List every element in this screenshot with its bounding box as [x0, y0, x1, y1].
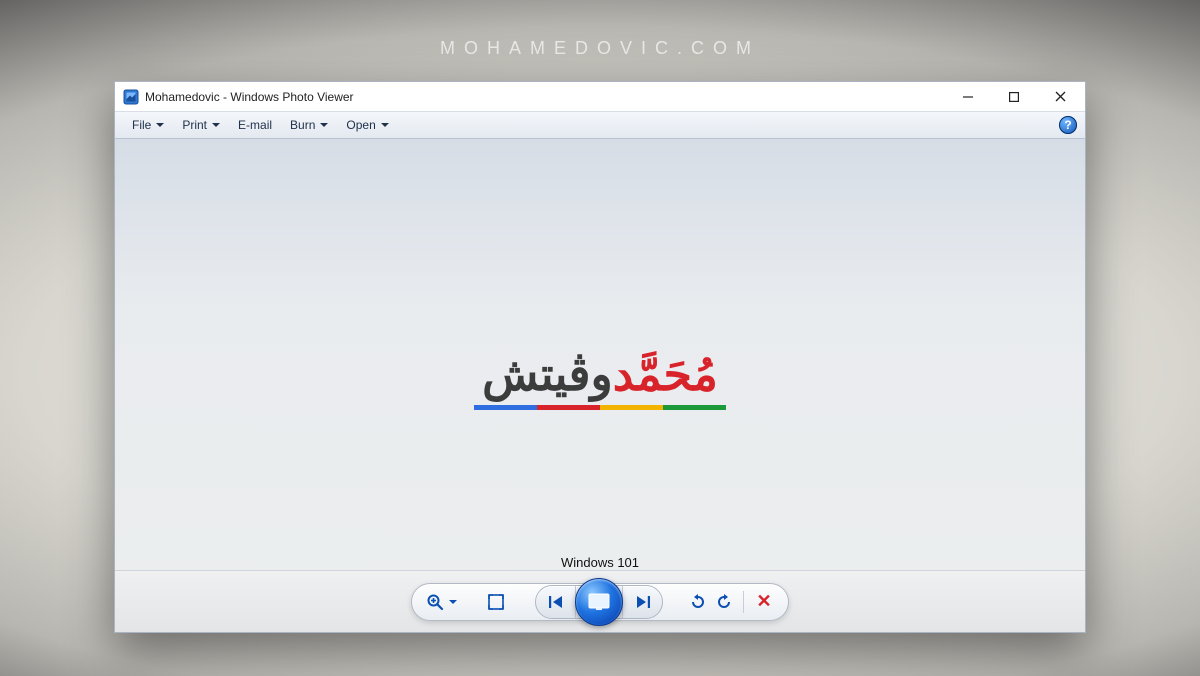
logo-underline: [474, 405, 726, 410]
menu-label: File: [132, 118, 151, 132]
titlebar: Mohamedovic - Windows Photo Viewer: [115, 82, 1085, 112]
delete-icon: ✕: [756, 591, 771, 612]
logo: مُحَمَّدوڤيتش: [474, 351, 726, 410]
zoom-button[interactable]: [426, 584, 457, 620]
rotate-ccw-button[interactable]: [689, 584, 707, 620]
chevron-down-icon: [156, 123, 164, 127]
app-icon: [123, 89, 139, 105]
previous-button[interactable]: [536, 586, 576, 618]
close-button[interactable]: [1037, 83, 1083, 111]
previous-icon: [548, 595, 564, 609]
menu-file[interactable]: File: [123, 112, 173, 138]
page-watermark: MOHAMEDOVIC.COM: [440, 38, 760, 59]
image-caption: Windows 101: [115, 555, 1085, 570]
fit-icon: [487, 593, 505, 611]
separator: [743, 591, 744, 613]
chevron-down-icon: [320, 123, 328, 127]
menu-open[interactable]: Open: [337, 112, 397, 138]
menu-label: Burn: [290, 118, 315, 132]
menu-print[interactable]: Print: [173, 112, 229, 138]
rotate-ccw-icon: [689, 593, 707, 611]
next-button[interactable]: [622, 586, 662, 618]
control-pill: ✕: [411, 583, 788, 621]
slideshow-button[interactable]: [575, 578, 623, 626]
window-title: Mohamedovic - Windows Photo Viewer: [145, 90, 945, 104]
next-icon: [635, 595, 651, 609]
rotate-cw-button[interactable]: [715, 584, 733, 620]
maximize-button[interactable]: [991, 83, 1037, 111]
photo-viewer-window: Mohamedovic - Windows Photo Viewer File …: [114, 81, 1086, 633]
minimize-button[interactable]: [945, 83, 991, 111]
chevron-down-icon: [449, 600, 457, 604]
menu-label: E-mail: [238, 118, 272, 132]
menu-label: Print: [182, 118, 207, 132]
menu-email[interactable]: E-mail: [229, 112, 281, 138]
controls-footer: ✕: [115, 570, 1085, 632]
chevron-down-icon: [381, 123, 389, 127]
logo-text: مُحَمَّدوڤيتش: [482, 351, 718, 397]
zoom-in-icon: [426, 593, 444, 611]
image-viewport: مُحَمَّدوڤيتش Windows 101: [115, 139, 1085, 632]
menubar: File Print E-mail Burn Open ?: [115, 112, 1085, 139]
help-icon: ?: [1064, 118, 1071, 132]
help-button[interactable]: ?: [1059, 116, 1077, 134]
menu-burn[interactable]: Burn: [281, 112, 337, 138]
delete-button[interactable]: ✕: [754, 584, 773, 620]
logo-text-grey: وڤيتش: [482, 348, 613, 400]
fit-to-window-button[interactable]: [487, 584, 505, 620]
menu-label: Open: [346, 118, 375, 132]
logo-text-red: مُحَمَّد: [613, 348, 718, 400]
chevron-down-icon: [212, 123, 220, 127]
nav-group: [535, 585, 663, 619]
rotate-cw-icon: [715, 593, 733, 611]
slideshow-icon: [588, 593, 610, 611]
